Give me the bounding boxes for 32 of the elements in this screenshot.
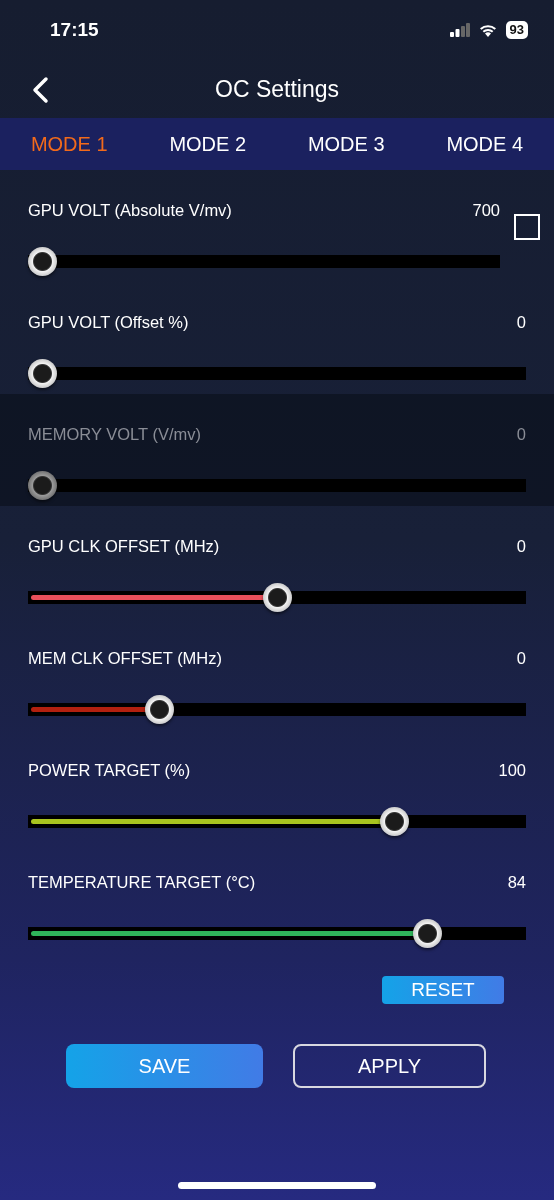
setting-value: 0: [516, 312, 526, 333]
setting-label: GPU CLK OFFSET (MHz): [28, 536, 220, 557]
slider-thumb[interactable]: [28, 358, 57, 388]
setting-value: 84: [507, 872, 526, 893]
slider-thumb[interactable]: [412, 918, 442, 948]
mode-tab[interactable]: MODE 3: [307, 128, 385, 160]
setting-label: POWER TARGET (%): [28, 760, 191, 781]
setting-label: GPU VOLT (Absolute V/mv): [28, 200, 232, 221]
slider-thumb[interactable]: [379, 806, 409, 836]
status-time: 17:15: [50, 19, 100, 41]
setting-label: TEMPERATURE TARGET (°C): [28, 872, 256, 893]
wifi-icon: [477, 23, 498, 37]
slider-thumb[interactable]: [145, 694, 175, 724]
page-title: OC Settings: [215, 75, 339, 103]
battery-level: 93: [505, 21, 528, 39]
setting-value: 0: [516, 536, 526, 557]
setting-value: 0: [516, 648, 526, 669]
setting-value: 100: [498, 760, 526, 781]
setting-label: GPU VOLT (Offset %): [28, 312, 189, 333]
apply-button[interactable]: APPLY: [293, 1044, 486, 1088]
mode-tab[interactable]: MODE 1: [30, 128, 108, 160]
setting-label: MEMORY VOLT (V/mv): [28, 424, 201, 445]
setting-label: MEM CLK OFFSET (MHz): [28, 648, 223, 669]
slider-thumb[interactable]: [28, 246, 57, 276]
slider-thumb[interactable]: [262, 582, 292, 612]
setting-value: 0: [516, 424, 526, 445]
signal-icon: [449, 23, 470, 37]
mode-tab[interactable]: MODE 4: [446, 128, 524, 160]
mode-tab[interactable]: MODE 2: [169, 128, 247, 160]
checkbox[interactable]: [514, 214, 540, 240]
back-icon[interactable]: [30, 76, 50, 104]
setting-value: 700: [472, 200, 500, 221]
